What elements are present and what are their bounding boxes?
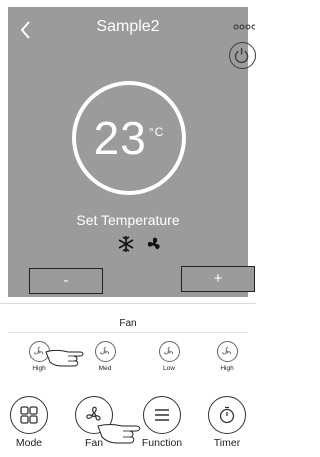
nav-fan[interactable]: Fan xyxy=(69,396,119,449)
increase-temperature-button[interactable]: + xyxy=(181,266,255,292)
snowflake-icon xyxy=(118,236,134,252)
nav-function[interactable]: Function xyxy=(137,396,187,449)
nav-timer[interactable]: Timer xyxy=(202,396,252,449)
temperature-unit: °C xyxy=(148,125,165,139)
fan-icon xyxy=(75,396,113,434)
temperature-value: 23 xyxy=(93,112,147,164)
fan-speed-icon xyxy=(28,341,50,362)
fan-option-label: High xyxy=(32,365,46,372)
fan-section-title: Fan xyxy=(119,318,137,329)
mode-grid-icon xyxy=(10,396,48,434)
fan-speed-icon xyxy=(94,341,116,362)
power-button[interactable] xyxy=(229,42,256,69)
divider xyxy=(0,303,256,304)
fan-option-label: High xyxy=(220,365,234,372)
fan-icon xyxy=(147,237,160,250)
decrease-temperature-button[interactable]: - xyxy=(29,268,103,294)
nav-function-label: Function xyxy=(141,437,183,449)
set-temperature-label: Set Temperature xyxy=(76,212,180,228)
menu-icon xyxy=(143,396,181,434)
fan-speed-icon xyxy=(158,341,180,362)
fan-option-low[interactable]: Low xyxy=(152,341,186,372)
nav-mode-label: Mode xyxy=(15,437,43,449)
fan-option-label: Med xyxy=(98,365,112,372)
fan-option-high[interactable]: High xyxy=(22,341,56,372)
fan-option-high-2[interactable]: High xyxy=(210,341,244,372)
timer-icon xyxy=(208,396,246,434)
nav-fan-label: Fan xyxy=(84,437,104,449)
fan-speed-icon xyxy=(216,341,238,362)
screen: Sample2 23 °C Set Temperature - + Fan Hi… xyxy=(0,0,256,457)
nav-timer-label: Timer xyxy=(213,437,241,449)
power-icon xyxy=(234,48,249,64)
temperature-display: 23 °C xyxy=(72,111,186,165)
fan-option-med[interactable]: Med xyxy=(88,341,122,372)
more-dots-icon[interactable] xyxy=(233,23,255,31)
fan-option-label: Low xyxy=(163,365,175,372)
nav-mode[interactable]: Mode xyxy=(4,396,54,449)
current-mode-icons xyxy=(118,236,160,252)
device-title: Sample2 xyxy=(96,18,160,35)
divider xyxy=(8,332,248,333)
